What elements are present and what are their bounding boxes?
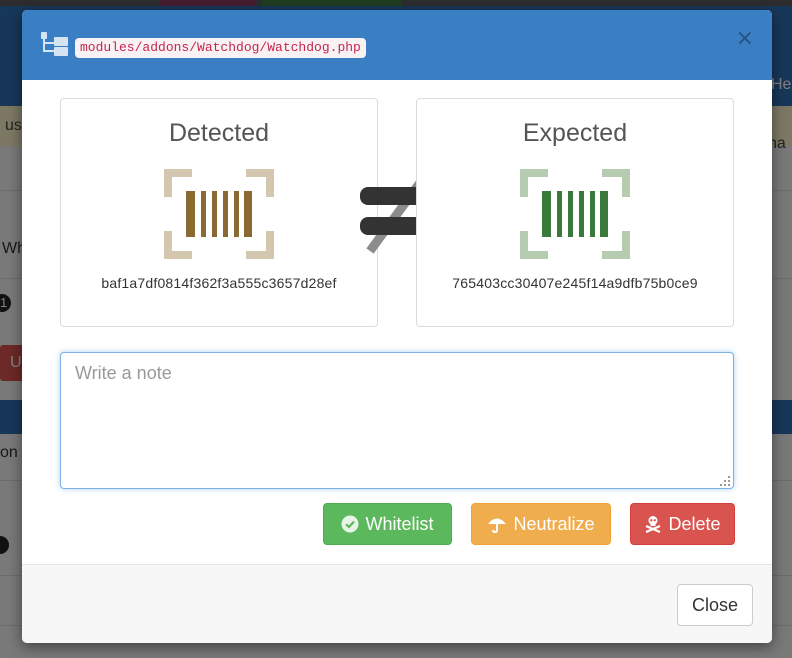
neutralize-label: Neutralize — [513, 513, 595, 534]
detected-hash: baf1a7df0814f362f3a555c3657d28ef — [101, 275, 337, 291]
whitelist-button[interactable]: Whitelist — [323, 503, 452, 545]
neutralize-button[interactable]: Neutralize — [471, 503, 611, 545]
close-icon[interactable]: × — [736, 28, 754, 50]
file-diff-modal: modules/addons/Watchdog/Watchdog.php × D… — [22, 10, 772, 643]
expected-title: Expected — [522, 119, 628, 147]
whitelist-label: Whitelist — [365, 513, 434, 534]
detected-title: Detected — [168, 119, 270, 147]
barcode-expected-icon — [520, 169, 630, 259]
expected-hash: 765403cc30407e245f14a9dfb75b0ce9 — [452, 275, 698, 291]
close-button[interactable]: Close — [677, 584, 753, 626]
note-textarea[interactable] — [60, 352, 734, 489]
check-circle-icon — [341, 515, 359, 533]
modal-footer: Close — [22, 564, 772, 643]
delete-label: Delete — [668, 513, 721, 534]
modal-header: modules/addons/Watchdog/Watchdog.php × — [22, 10, 772, 80]
delete-button[interactable]: Delete — [630, 503, 735, 545]
skull-crossbones-icon — [646, 516, 661, 533]
umbrella-icon — [488, 518, 507, 533]
sitemap-icon — [41, 32, 68, 56]
expected-card: Expected 765403cc30407e245f14a9dfb75b0ce… — [416, 98, 734, 327]
barcode-detected-icon — [164, 169, 274, 259]
detected-card: Detected baf1a7df0814f362f3a555c3657d28e… — [60, 98, 378, 327]
resize-grip-icon[interactable] — [720, 476, 730, 486]
file-path-badge: modules/addons/Watchdog/Watchdog.php — [75, 38, 366, 58]
